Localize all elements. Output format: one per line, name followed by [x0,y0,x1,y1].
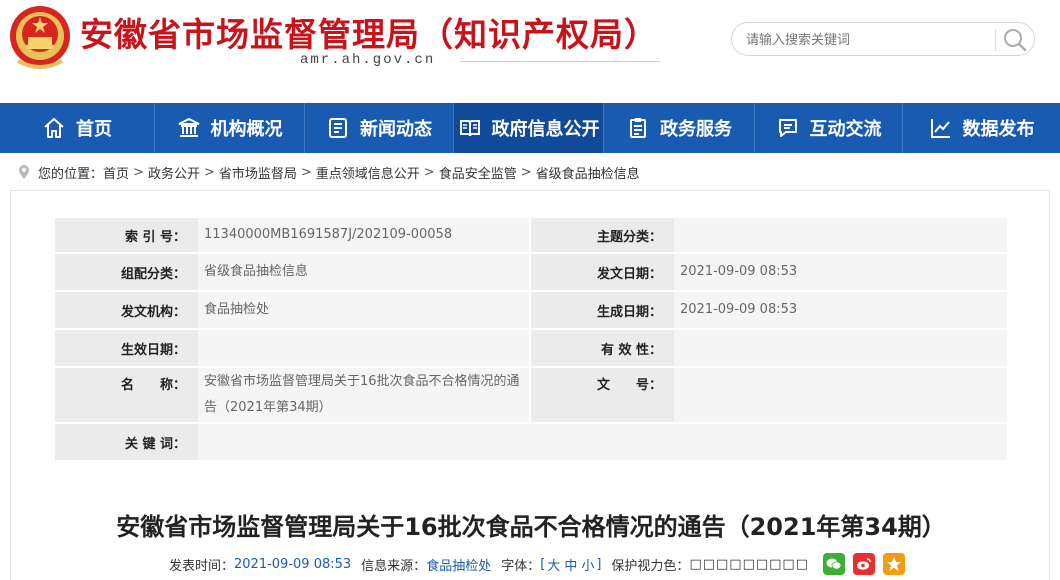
main-nav: 首页 机构概况 新闻动态 政府信息公开 政务服务 互动交流 数据发布 [0,103,1060,153]
meta-label-name: 名 称： [55,368,198,422]
meta-row: 发文机构： 食品抽检处 生成日期： 2021-09-09 08:53 [55,292,1007,330]
meta-row: 索 引 号： 11340000MB1691587J/202109-00058 主… [55,218,1007,254]
document-meta-table: 索 引 号： 11340000MB1691587J/202109-00058 主… [55,218,1007,460]
breadcrumb-item-food-safety[interactable]: 食品安全监管 [439,163,517,182]
breadcrumb-item-home[interactable]: 首页 [103,163,129,182]
font-size-bracket-close: ] [596,556,602,572]
eye-protection-swatches[interactable]: □□□□□□□□□ [689,557,809,572]
nav-item-label: 新闻动态 [360,119,432,140]
meta-label-issue-date: 发文日期： [531,254,674,290]
nav-item-label: 数据发布 [962,119,1035,140]
nav-item-label: 政府信息公开 [491,119,600,140]
meta-label-created: 生成日期： [531,292,674,328]
meta-label-validity: 有 效 性： [531,330,674,366]
breadcrumb-item-provincial-bureau[interactable]: 省市场监督局 [219,163,297,182]
meta-label-topic: 主题分类： [531,218,674,252]
nav-item-label: 互动交流 [809,119,882,140]
meta-value-index: 11340000MB1691587J/202109-00058 [198,218,531,252]
meta-row: 名 称： 安徽省市场监督管理局关于16批次食品不合格情况的通告（2021年第34… [55,368,1007,424]
newspaper-icon [329,118,347,138]
meta-label-index: 索 引 号： [55,218,198,252]
breadcrumb-separator: > [520,164,532,180]
chart-icon [930,119,950,138]
meta-row: 生效日期： 有 效 性： [55,330,1007,368]
meta-row: 组配分类： 省级食品抽检信息 发文日期： 2021-09-09 08:53 [55,254,1007,292]
search-input[interactable] [746,30,986,50]
favorite-button[interactable] [882,553,905,575]
source-label: 信息来源： [361,558,427,574]
nav-item-gov-info[interactable]: 政府信息公开 [454,103,604,153]
weibo-icon [856,558,871,570]
search-divider [995,29,996,51]
breadcrumb-item-gov-affairs[interactable]: 政务公开 [148,163,200,182]
font-size-small-link[interactable]: 小 [579,555,596,574]
national-emblem-icon [10,6,70,69]
site-header: 安徽省市场监督管理局（知识产权局） amr.ah.gov.cn [0,0,1060,103]
chat-icon [778,119,797,137]
nav-item-data[interactable]: 数据发布 [903,103,1060,153]
search-box [731,22,1035,56]
location-pin-icon [19,165,29,179]
share-wechat-button[interactable] [822,553,845,575]
open-book-icon [459,120,480,137]
meta-label-doc-no: 文 号： [531,368,674,422]
content-panel: 索 引 号： 11340000MB1691587J/202109-00058 主… [10,190,1050,580]
meta-label-effective: 生效日期： [55,330,198,366]
institution-icon [178,117,199,137]
breadcrumb-prefix: 您的位置： [38,166,104,182]
breadcrumb-item-food-sampling[interactable]: 省级食品抽检信息 [536,163,640,182]
breadcrumb-separator: > [203,164,215,180]
clipboard-icon [630,118,646,138]
meta-value-category: 省级食品抽检信息 [198,254,531,290]
eye-protection-label: 保护视力色： [611,558,690,574]
publish-label: 发表时间： [169,558,235,574]
nav-item-label: 首页 [76,119,112,140]
meta-value-validity [674,330,1007,366]
meta-label-category: 组配分类： [55,254,198,290]
nav-item-services[interactable]: 政务服务 [604,103,755,153]
breadcrumb-separator: > [300,164,312,180]
breadcrumb-item-key-areas[interactable]: 重点领域信息公开 [316,163,420,182]
meta-value-effective [198,330,531,366]
meta-value-created: 2021-09-09 08:53 [674,292,1007,328]
meta-value-issue-date: 2021-09-09 08:53 [674,254,1007,290]
search-icon[interactable] [1002,27,1028,53]
breadcrumb-separator: > [423,164,435,180]
meta-value-keywords [198,424,1007,460]
article-title: 安徽省市场监督管理局关于16批次食品不合格情况的通告（2021年第34期） [116,513,946,541]
site-title[interactable]: 安徽省市场监督管理局（知识产权局） [80,8,658,56]
meta-label-keywords: 关 键 词： [55,424,198,460]
publish-time: 2021-09-09 08:53 [234,556,352,572]
nav-item-interaction[interactable]: 互动交流 [755,103,903,153]
meta-value-doc-no [674,368,1007,422]
meta-value-org: 食品抽检处 [198,292,531,328]
source-value[interactable]: 食品抽检处 [426,555,491,574]
star-icon [886,557,901,571]
wechat-icon [826,558,842,570]
meta-value-name: 安徽省市场监督管理局关于16批次食品不合格情况的通告（2021年第34期） [198,368,531,422]
article-info-bar: 发表时间： 2021-09-09 08:53 信息来源： 食品抽检处 字体： [… [169,553,905,575]
font-size-medium-link[interactable]: 中 [562,555,579,574]
meta-row: 关 键 词： [55,424,1007,460]
nav-item-label: 机构概况 [210,119,283,140]
breadcrumb-separator: > [133,164,144,180]
nav-item-institution[interactable]: 机构概况 [155,103,305,153]
font-size-large-link[interactable]: 大 [545,555,562,574]
share-weibo-button[interactable] [852,553,875,575]
nav-item-home[interactable]: 首页 [0,103,155,153]
meta-label-org: 发文机构： [55,292,198,328]
nav-item-news[interactable]: 新闻动态 [305,103,454,153]
nav-item-label: 政务服务 [660,119,732,140]
meta-value-topic [674,218,1007,252]
font-size-label: 字体： [501,558,541,574]
breadcrumb: 您的位置： 首页 > 政务公开 > 省市场监督局 > 重点领域信息公开 > 食品… [18,161,640,183]
home-icon [44,118,64,138]
site-domain: amr.ah.gov.cn [300,52,661,68]
